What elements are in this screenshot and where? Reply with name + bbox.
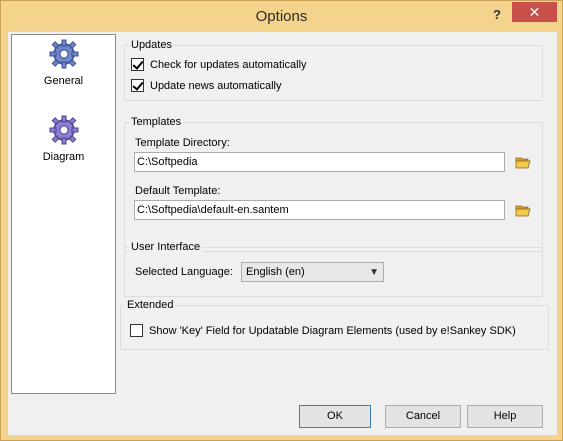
close-button[interactable]: ✕ [512, 2, 557, 22]
dialog-client: General Diagram Updates Check for update… [8, 32, 557, 435]
folder-open-icon[interactable] [515, 204, 531, 217]
folder-open-icon[interactable] [515, 156, 531, 169]
ok-button[interactable]: OK [299, 405, 371, 428]
chevron-down-icon: ▼ [369, 267, 379, 278]
gear-icon [49, 39, 79, 69]
template-directory-label: Template Directory: [135, 137, 230, 149]
language-label: Selected Language: [135, 266, 233, 278]
group-title: User Interface [129, 241, 203, 253]
cancel-button[interactable]: Cancel [385, 405, 461, 428]
title-bar[interactable]: Options ? ✕ [1, 1, 562, 32]
sidebar-item-label: Diagram [42, 151, 85, 163]
sidebar-item-diagram[interactable]: Diagram [12, 115, 115, 167]
checkbox-label: Update news automatically [150, 79, 282, 92]
updates-group: Updates Check for updates automatically … [124, 39, 543, 101]
checkbox-box[interactable] [131, 58, 144, 71]
checkbox-label: Show 'Key' Field for Updatable Diagram E… [149, 324, 516, 337]
group-title: Extended [125, 299, 176, 311]
template-directory-input[interactable]: C:\Softpedia [134, 152, 505, 172]
gear-icon [49, 115, 79, 145]
user-interface-group: User Interface Selected Language: Englis… [124, 241, 543, 297]
group-title: Templates [129, 116, 184, 128]
category-sidebar: General Diagram [11, 34, 116, 394]
templates-group: Templates Template Directory: C:\Softped… [124, 116, 543, 252]
checkbox-box[interactable] [130, 324, 143, 337]
language-select-value: English (en) [246, 266, 305, 278]
checkbox-box[interactable] [131, 79, 144, 92]
help-title-button[interactable]: ? [487, 6, 507, 24]
group-title: Updates [129, 39, 174, 51]
extended-group: Extended Show 'Key' Field for Updatable … [120, 299, 549, 350]
sidebar-item-label: General [43, 75, 84, 87]
window-title: Options [255, 8, 308, 25]
options-window: Options ? ✕ General Diagram Updates Chec… [0, 0, 563, 441]
check-updates-checkbox[interactable]: Check for updates automatically [131, 58, 307, 71]
update-news-checkbox[interactable]: Update news automatically [131, 79, 281, 92]
sidebar-item-general[interactable]: General [12, 39, 115, 91]
language-select[interactable]: English (en) ▼ [241, 262, 384, 282]
checkbox-label: Check for updates automatically [150, 58, 307, 71]
key-field-checkbox[interactable]: Show 'Key' Field for Updatable Diagram E… [130, 324, 516, 337]
default-template-label: Default Template: [135, 185, 221, 197]
help-button[interactable]: Help [467, 405, 543, 428]
default-template-input[interactable]: C:\Softpedia\default-en.santem [134, 200, 505, 220]
